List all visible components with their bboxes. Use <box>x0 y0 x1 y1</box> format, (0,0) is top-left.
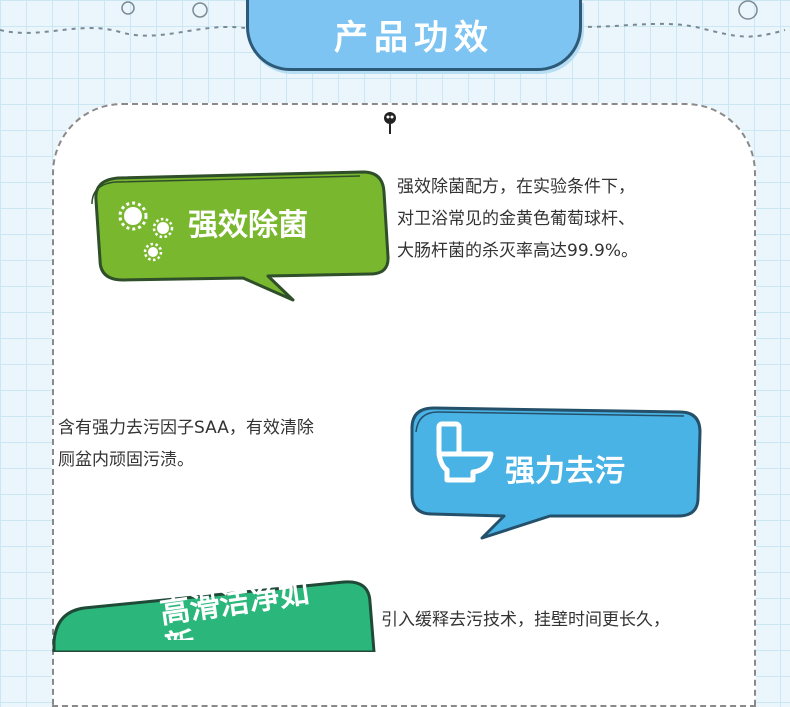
feature-description-clean: 引入缓释去污技术，挂壁时间更长久， <box>381 604 670 636</box>
pin-icon <box>384 112 396 134</box>
description-line: 厕盆内顽固污渍。 <box>58 450 194 470</box>
description-line: 含有强力去污因子SAA，有效清除 <box>58 418 314 438</box>
description-line: 强效除菌配方，在实验条件下， <box>397 177 635 197</box>
description-line: 对卫浴常见的金黄色葡萄球杆、 <box>397 209 635 229</box>
feature-label-clean-clip: 高滑洁净如新 <box>150 574 350 640</box>
toilet-icon <box>436 421 494 483</box>
decorative-dashed-line-left <box>0 1 246 37</box>
description-line: 引入缓释去污技术，挂壁时间更长久， <box>381 610 670 630</box>
feature-label-sterilize: 强效除菌 <box>188 208 308 243</box>
section-title-banner: 产品功效 <box>246 0 582 71</box>
feature-description-stain-removal: 含有强力去污因子SAA，有效清除 厕盆内顽固污渍。 <box>58 412 314 476</box>
decorative-dashed-line-right <box>569 0 786 38</box>
description-line: 大肠杆菌的杀灭率高达99.9%。 <box>397 241 639 261</box>
bacteria-icon <box>118 201 174 262</box>
feature-description-sterilize: 强效除菌配方，在实验条件下， 对卫浴常见的金黄色葡萄球杆、 大肠杆菌的杀灭率高达… <box>397 171 638 267</box>
section-title: 产品功效 <box>334 17 494 58</box>
feature-label-stain-removal: 强力去污 <box>505 454 625 489</box>
feature-label-clean: 高滑洁净如新 <box>157 575 312 640</box>
